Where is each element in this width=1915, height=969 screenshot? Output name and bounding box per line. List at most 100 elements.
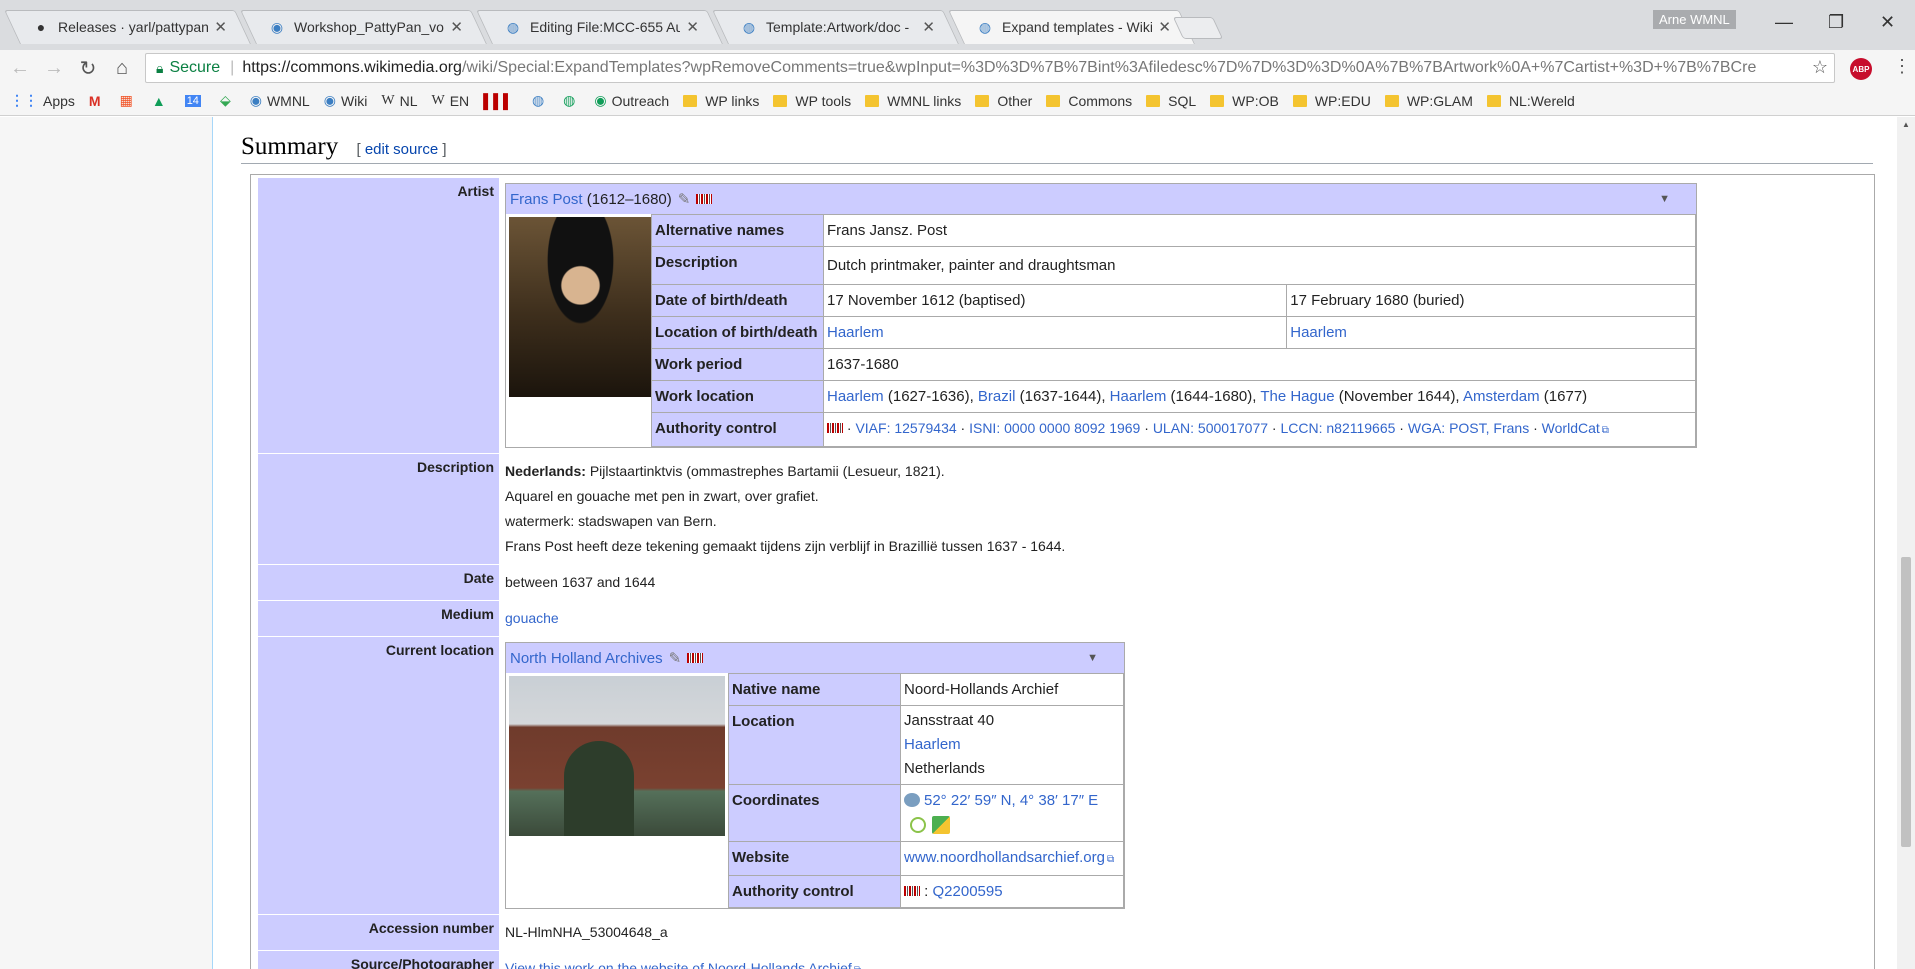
close-tab-icon[interactable]: ✕ (450, 18, 463, 36)
lccn-link[interactable]: LCCN: n82119665 (1280, 420, 1395, 436)
death-place-link[interactable]: Haarlem (1290, 324, 1347, 341)
work-location-link[interactable]: Amsterdam (1463, 388, 1540, 405)
magnifier-icon[interactable] (910, 817, 926, 833)
home-icon[interactable]: ⌂ (108, 57, 136, 80)
map-icon[interactable] (932, 816, 950, 834)
close-window-icon[interactable]: ✕ (1880, 12, 1895, 33)
tab-expand-templates[interactable]: ◍ Expand templates - Wikim ✕ (948, 10, 1183, 44)
forward-icon[interactable]: → (40, 57, 68, 80)
source-link[interactable]: View this work on the website of Noord-H… (505, 960, 852, 969)
work-location-link[interactable]: Haarlem (827, 388, 884, 405)
isni-link[interactable]: ISNI: 0000 0000 8092 1969 (969, 420, 1140, 436)
birth-place-link[interactable]: Haarlem (827, 324, 884, 341)
bookmark-en[interactable]: W EN (432, 93, 470, 109)
viaf-link[interactable]: VIAF: 12579434 (855, 420, 956, 436)
reload-icon[interactable]: ↻ (74, 56, 102, 81)
bookmark-wiki[interactable]: ◉ Wiki (324, 92, 368, 109)
worldcat-link[interactable]: WorldCat (1542, 420, 1600, 436)
table-row: Location of birth/death Haarlem Haarlem (651, 316, 1696, 349)
work-location-link[interactable]: Brazil (978, 388, 1016, 405)
institution-name-link[interactable]: North Holland Archives (510, 646, 663, 671)
folder-icon (975, 94, 990, 107)
website-link[interactable]: www.noordhollandsarchief.org (904, 849, 1105, 866)
bookmark-wmnl[interactable]: ◉ WMNL (250, 92, 310, 109)
table-row: Coordinates 52° 22′ 59″ N, 4° 38′ 17″ E (728, 784, 1124, 842)
wikidata-barcode-icon[interactable] (696, 194, 713, 204)
bookmark-folder-wp-glam[interactable]: WP:GLAM (1384, 93, 1473, 109)
bookmark-folder-sql[interactable]: SQL (1146, 93, 1196, 109)
bookmark-gmail[interactable]: M (89, 93, 106, 109)
tab-releases[interactable]: ● Releases · yarl/pattypan ✕ (4, 10, 239, 44)
bookmark-office[interactable]: ▦ (120, 92, 138, 109)
menu-icon[interactable]: ⋮ (1893, 56, 1911, 77)
bookmark-folder-wp-edu[interactable]: WP:EDU (1292, 93, 1371, 109)
commons-icon: ◍ (742, 18, 756, 35)
bookmark-folder-other[interactable]: Other (975, 93, 1032, 109)
medium-link[interactable]: gouache (505, 610, 559, 626)
profile-badge[interactable]: Arne WMNL (1653, 10, 1736, 29)
wga-link[interactable]: WGA: POST, Frans (1408, 420, 1529, 436)
bookmark-maps[interactable]: ⬙ (220, 92, 236, 109)
close-tab-icon[interactable]: ✕ (922, 18, 935, 36)
folder-icon (1210, 94, 1225, 107)
bookmark-folder-wp-tools[interactable]: WP tools (773, 93, 851, 109)
tab-editing-file[interactable]: ◍ Editing File:MCC-655 Au ✕ (476, 10, 711, 44)
wikidata-barcode-icon[interactable] (827, 423, 843, 433)
github-icon: ● (36, 19, 46, 35)
bookmark-commons-2[interactable]: ◍ (563, 92, 580, 109)
folder-icon (1046, 94, 1061, 107)
commons-icon: ◍ (563, 92, 576, 108)
bookmark-folder-nl-wereld[interactable]: NL:Wereld (1486, 93, 1575, 109)
bookmark-commons-1[interactable]: ◍ (532, 92, 549, 109)
close-tab-icon[interactable]: ✕ (214, 18, 227, 36)
bookmark-outreach[interactable]: ◉ Outreach (594, 92, 669, 109)
collapse-triangle-icon[interactable]: ▼ (1659, 187, 1670, 212)
bookmarks-bar: ⋮⋮ Apps M ▦ ▲ 14 ⬙ ◉ WMNL ◉ Wiki W NL W EN ▌▌… (0, 86, 1915, 116)
portrait-image[interactable] (509, 217, 652, 397)
bookmark-folder-commons[interactable]: Commons (1046, 93, 1132, 109)
edit-source-link[interactable]: edit source (365, 141, 438, 158)
back-icon[interactable]: ← (6, 57, 34, 80)
description-value: Nederlands: Pijlstaartinktvis (ommastrep… (505, 463, 1066, 554)
institution-image[interactable] (509, 676, 725, 836)
scrollbar-thumb[interactable] (1901, 557, 1911, 847)
institution-address: Jansstraat 40 Haarlem Netherlands (900, 705, 1124, 785)
folder-icon (683, 94, 698, 107)
pencil-icon[interactable]: ✎ (678, 187, 691, 212)
table-row: Native name Noord-Hollands Archief (728, 673, 1124, 706)
bookmark-drive[interactable]: ▲ (152, 93, 171, 109)
bookmark-barcode[interactable]: ▌▌▌ (483, 93, 518, 109)
address-bar[interactable]: 🔒︎ Secure | https://commons.wikimedia.or… (145, 53, 1835, 83)
tab-workshop[interactable]: ◉ Workshop_PattyPan_voo ✕ (240, 10, 475, 44)
city-link[interactable]: Haarlem (904, 736, 961, 753)
bookmark-folder-wmnl-links[interactable]: WMNL links (865, 93, 961, 109)
work-location-link[interactable]: The Hague (1260, 388, 1334, 405)
wikidata-barcode-icon[interactable] (904, 886, 920, 896)
maps-icon: ⬙ (219, 92, 231, 108)
vertical-scrollbar[interactable]: ▲ (1897, 117, 1915, 969)
restore-icon[interactable]: ❐ (1828, 12, 1844, 33)
description-row: Description Nederlands: Pijlstaartinktvi… (258, 454, 1867, 565)
calendar-icon: 14 (184, 94, 201, 107)
bookmark-folder-wp-ob[interactable]: WP:OB (1210, 93, 1279, 109)
adblock-icon[interactable]: ABP (1850, 58, 1872, 80)
pencil-icon[interactable]: ✎ (669, 646, 682, 671)
minimize-icon[interactable]: — (1775, 12, 1793, 33)
ulan-link[interactable]: ULAN: 500017077 (1153, 420, 1268, 436)
close-tab-icon[interactable]: ✕ (1158, 18, 1171, 36)
globe-icon[interactable] (904, 793, 920, 807)
wikidata-id-link[interactable]: Q2200595 (933, 883, 1003, 900)
scroll-up-icon[interactable]: ▲ (1902, 120, 1910, 129)
collapse-triangle-icon[interactable]: ▼ (1087, 646, 1098, 671)
coordinates-link[interactable]: 52° 22′ 59″ N, 4° 38′ 17″ E (924, 792, 1098, 809)
bookmark-apps[interactable]: ⋮⋮ Apps (10, 92, 75, 109)
wikidata-barcode-icon[interactable] (687, 653, 704, 663)
bookmark-calendar[interactable]: 14 (184, 94, 206, 107)
artist-name-link[interactable]: Frans Post (510, 187, 583, 212)
bookmark-folder-wp-links[interactable]: WP links (683, 93, 759, 109)
work-location-link[interactable]: Haarlem (1110, 388, 1167, 405)
bookmark-nl[interactable]: W NL (381, 93, 417, 109)
close-tab-icon[interactable]: ✕ (686, 18, 699, 36)
bookmark-star-icon[interactable]: ☆ (1807, 57, 1828, 78)
tab-template-doc[interactable]: ◍ Template:Artwork/doc - ✕ (712, 10, 947, 44)
